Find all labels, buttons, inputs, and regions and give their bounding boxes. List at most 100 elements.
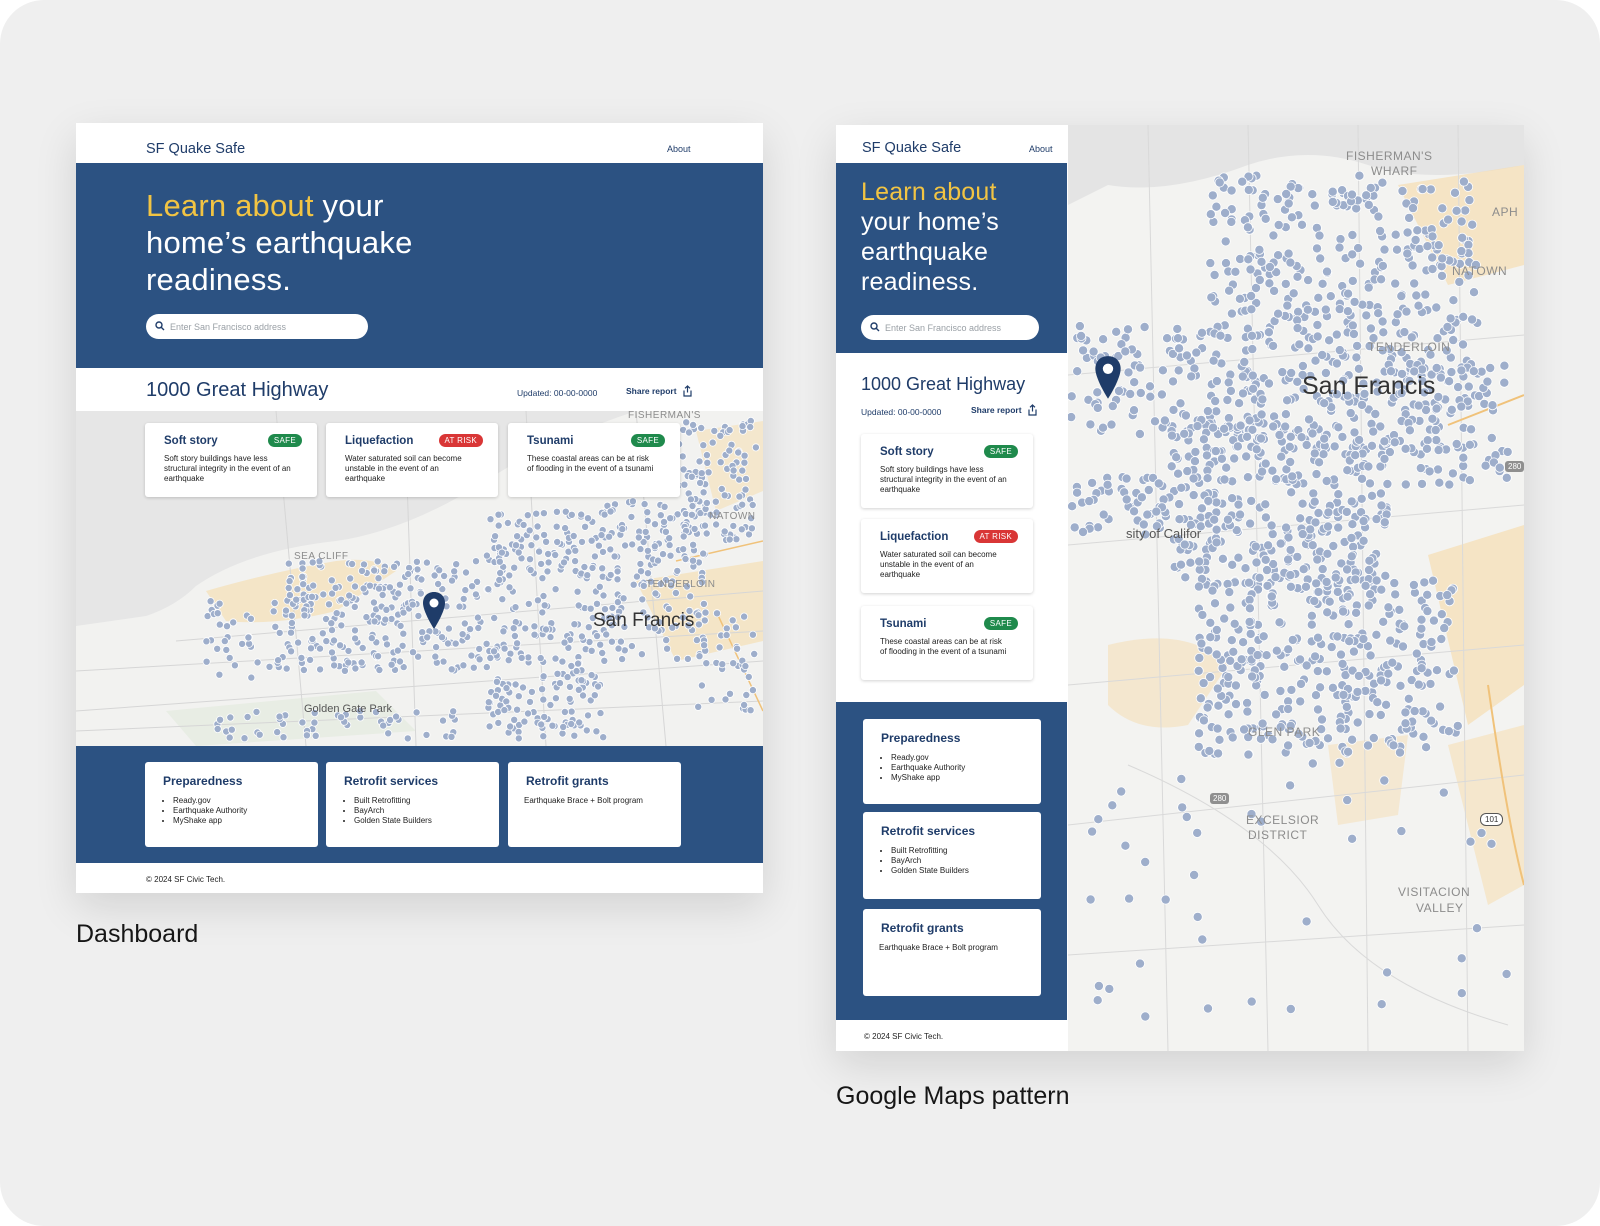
hazard-dot (273, 728, 282, 737)
brand-logo[interactable]: SF Quake Safe (146, 141, 245, 157)
hazard-dot (413, 565, 422, 574)
resource-link[interactable]: Ready.gov (891, 753, 965, 763)
hazard-dot (1458, 176, 1469, 187)
hazard-dot (1220, 236, 1231, 247)
hazard-dot (571, 546, 580, 555)
resource-card-retrofit-grants[interactable]: Retrofit grants Earthquake Brace + Bolt … (863, 909, 1041, 996)
hazard-dot (1446, 404, 1457, 415)
hazard-dot (359, 584, 368, 593)
resource-card-retrofit-services[interactable]: Retrofit services Built Retrofitting Bay… (326, 762, 499, 847)
hazard-dot (1286, 684, 1297, 695)
location-pin-icon[interactable] (422, 591, 446, 631)
hazard-dot (1324, 596, 1335, 607)
resource-link[interactable]: Built Retrofitting (354, 796, 432, 806)
hazard-dot (577, 510, 586, 519)
hazard-dot (1244, 603, 1255, 614)
resource-card-retrofit-services[interactable]: Retrofit services Built Retrofitting Bay… (863, 812, 1041, 899)
share-report-button[interactable]: Share report (971, 404, 1038, 416)
hazard-card-liquefaction[interactable]: Liquefaction AT RISK Water saturated soi… (326, 423, 498, 497)
hazard-dot (1342, 564, 1353, 575)
nav-about-link[interactable]: About (1029, 144, 1053, 154)
nav-about-link[interactable]: About (667, 144, 691, 154)
hazard-map[interactable]: FISHERMAN'S WHARF TENDERLOIN NATOWN San … (1068, 125, 1524, 1051)
location-pin-icon[interactable] (1094, 355, 1122, 401)
resource-link[interactable]: Built Retrofitting (891, 846, 969, 856)
hazard-dot (399, 629, 408, 638)
resource-link[interactable]: MyShake app (173, 816, 247, 826)
hazard-dot (357, 658, 366, 667)
hazard-dot (1209, 269, 1220, 280)
hazard-dot (1464, 475, 1475, 486)
search-input[interactable] (170, 314, 350, 339)
map-label: sity of Califor (1126, 526, 1202, 541)
resource-link[interactable]: BayArch (891, 856, 969, 866)
hazard-dot (685, 428, 694, 437)
search-input[interactable] (885, 315, 1035, 340)
hazard-dot (1407, 260, 1418, 271)
hazard-dot (1167, 430, 1178, 441)
hazard-card-soft-story[interactable]: Soft story SAFE Soft story buildings hav… (861, 434, 1033, 508)
hazard-dot (316, 665, 325, 674)
hazard-map[interactable]: FISHERMAN'S SEA CLIFF TENDERLOIN NATOWN … (76, 411, 763, 746)
hazard-dot (538, 574, 547, 583)
hazard-dot (1349, 427, 1360, 438)
hazard-card-liquefaction[interactable]: Liquefaction AT RISK Water saturated soi… (861, 519, 1033, 593)
resource-link[interactable]: Ready.gov (173, 796, 247, 806)
resource-link[interactable]: Earthquake Authority (891, 763, 965, 773)
hazard-dot (1343, 619, 1354, 630)
hazard-dot (1378, 327, 1389, 338)
hazard-dot (494, 510, 503, 519)
hazard-dot (1207, 190, 1218, 201)
address-search[interactable] (861, 315, 1039, 340)
hazard-dot (1448, 665, 1459, 676)
hazard-card-tsunami[interactable]: Tsunami SAFE These coastal areas can be … (508, 423, 680, 497)
hazard-dot (458, 630, 467, 639)
hazard-dot (1349, 296, 1360, 307)
hazard-dot (1344, 636, 1355, 647)
hazard-dot (1159, 415, 1170, 426)
hazard-dot (1494, 462, 1505, 473)
hazard-dot (728, 616, 737, 625)
hazard-dot (1363, 461, 1374, 472)
hazard-dot (1093, 981, 1104, 992)
hazard-card-tsunami[interactable]: Tsunami SAFE These coastal areas can be … (861, 606, 1033, 680)
resource-link[interactable]: Earthquake Brace + Bolt program (879, 943, 998, 952)
hazard-dot (1254, 572, 1265, 583)
resource-link[interactable]: Earthquake Brace + Bolt program (524, 796, 643, 805)
hazard-dot (619, 594, 628, 603)
hazard-dot (1375, 488, 1386, 499)
brand-logo[interactable]: SF Quake Safe (862, 140, 961, 156)
resource-card-retrofit-grants[interactable]: Retrofit grants Earthquake Brace + Bolt … (508, 762, 681, 847)
hazard-dot (1347, 734, 1358, 745)
hazard-dot (577, 537, 586, 546)
hazard-dot (1140, 857, 1151, 868)
share-report-button[interactable]: Share report (626, 385, 693, 397)
resource-card-preparedness[interactable]: Preparedness Ready.gov Earthquake Author… (145, 762, 318, 847)
resource-link[interactable]: Earthquake Authority (173, 806, 247, 816)
hazard-dot (1376, 274, 1387, 285)
hazard-dot (729, 521, 738, 530)
hazard-dot (1188, 473, 1199, 484)
hazard-dot (1321, 475, 1332, 486)
hazard-dot (227, 725, 236, 734)
resource-card-preparedness[interactable]: Preparedness Ready.gov Earthquake Author… (863, 719, 1041, 804)
hazard-title: Liquefaction (880, 531, 949, 543)
hazard-dot (281, 606, 290, 615)
resource-link[interactable]: BayArch (354, 806, 432, 816)
hazard-dot (679, 532, 688, 541)
hazard-dot (1230, 699, 1241, 710)
hazard-dot (519, 520, 528, 529)
hazard-dot (514, 692, 523, 701)
hazard-dot (1196, 327, 1207, 338)
hazard-dot (1502, 446, 1513, 457)
hazard-dot (538, 685, 547, 694)
resource-link[interactable]: Golden State Builders (891, 866, 969, 876)
resource-link[interactable]: MyShake app (891, 773, 965, 783)
address-search[interactable] (146, 314, 368, 339)
hazard-dot (474, 623, 483, 632)
resource-link[interactable]: Golden State Builders (354, 816, 432, 826)
map-label: TENDERLOIN (646, 579, 716, 590)
hazard-dot (1309, 496, 1320, 507)
hazard-dot (1276, 451, 1287, 462)
hazard-card-soft-story[interactable]: Soft story SAFE Soft story buildings hav… (145, 423, 317, 497)
